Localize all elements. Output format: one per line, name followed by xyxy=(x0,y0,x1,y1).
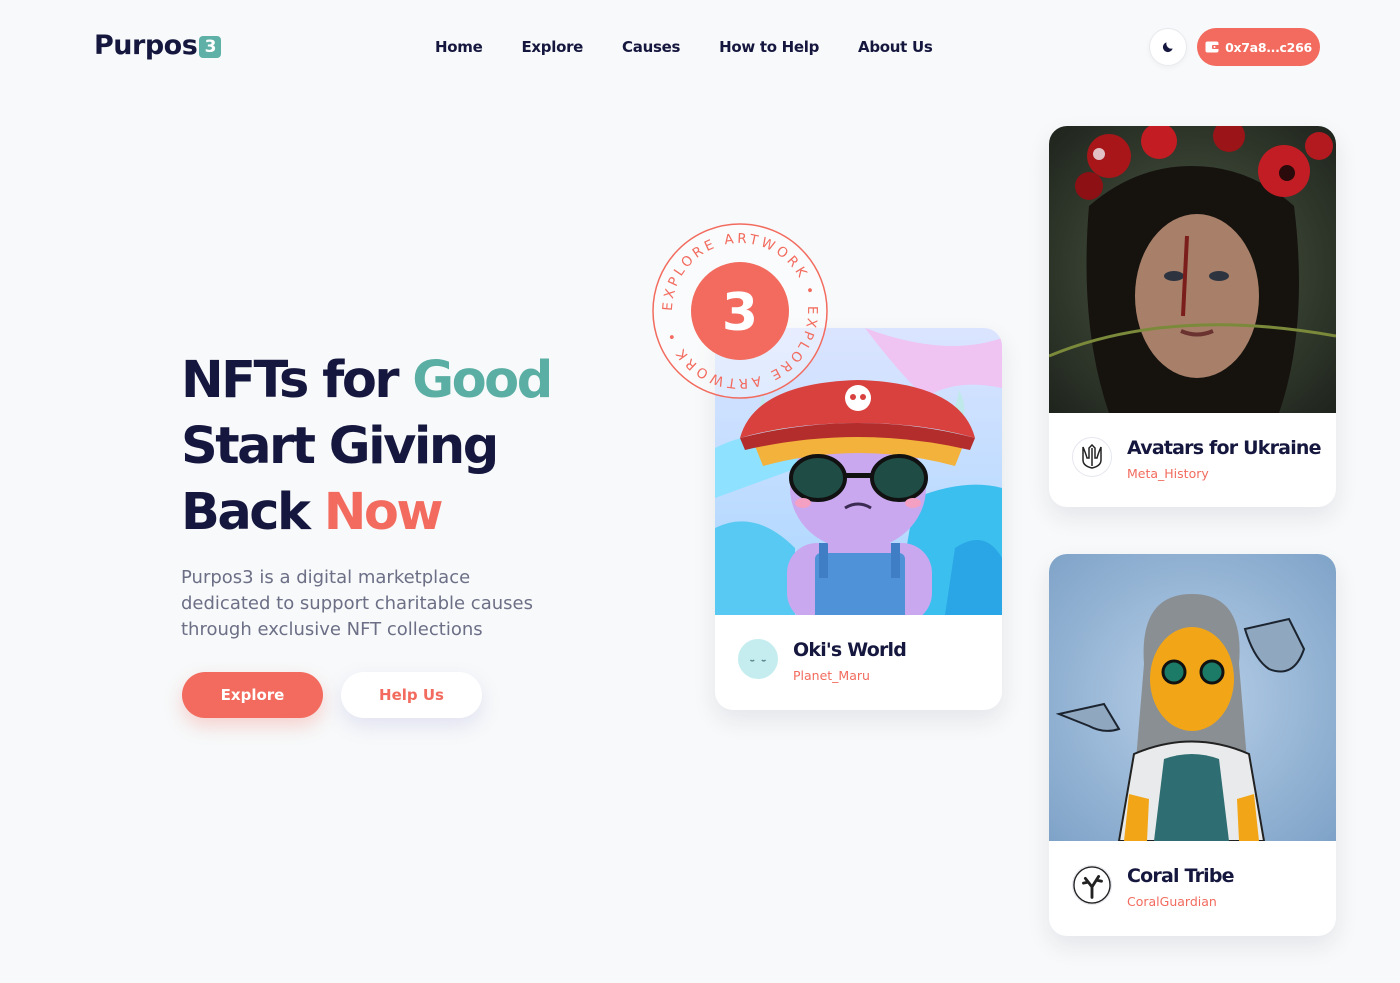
nav-how-to-help[interactable]: How to Help xyxy=(719,38,819,56)
moon-icon xyxy=(1162,42,1173,53)
main-nav: Home Explore Causes How to Help About Us xyxy=(435,38,933,56)
hero-description: Purpos3 is a digital marketplace dedicat… xyxy=(181,567,533,640)
explore-artwork-stamp[interactable]: EXPLORE ARTWORK • EXPLORE ARTWORK • 3 xyxy=(651,222,829,400)
card-info: Coral Tribe CoralGuardian xyxy=(1049,841,1336,936)
hero-title-line-3: Back Now xyxy=(181,480,551,546)
stamp-center-number: 3 xyxy=(722,283,758,343)
nft-card-avatars-for-ukraine[interactable]: Avatars for Ukraine Meta_History xyxy=(1049,126,1336,507)
logo[interactable]: Purpos 3 xyxy=(94,30,222,61)
coral-icon xyxy=(1072,865,1112,905)
hero-title: NFTs for Good Start Giving Back Now xyxy=(181,348,553,546)
theme-toggle-button[interactable] xyxy=(1149,28,1187,66)
wallet-icon xyxy=(1205,41,1220,53)
avatars-for-ukraine-artwork xyxy=(1049,126,1336,413)
hero-title-line-1: NFTs for Good xyxy=(181,348,553,414)
logo-badge: 3 xyxy=(199,36,222,58)
cloud-face-icon xyxy=(738,639,778,679)
hero-title-line-2: Start Giving xyxy=(181,417,499,476)
hero-line1-accent: Good xyxy=(412,351,553,410)
card-info: Oki's World Planet_Maru xyxy=(715,615,1002,710)
nav-about-us[interactable]: About Us xyxy=(858,38,933,56)
card-title: Oki's World xyxy=(793,639,907,661)
nav-home[interactable]: Home xyxy=(435,38,483,56)
card-creator-link[interactable]: CoralGuardian xyxy=(1127,894,1217,909)
hero-line3-accent: Now xyxy=(323,483,444,542)
wallet-address: 0x7a8...c266 xyxy=(1225,39,1312,55)
card-title: Coral Tribe xyxy=(1127,865,1235,887)
nft-card-coral-tribe[interactable]: Coral Tribe CoralGuardian xyxy=(1049,554,1336,936)
explore-button[interactable]: Explore xyxy=(182,672,323,718)
hero-line1-text: NFTs for xyxy=(181,351,413,410)
trident-icon xyxy=(1072,437,1112,477)
coral-tribe-artwork xyxy=(1049,554,1336,841)
nav-explore[interactable]: Explore xyxy=(521,38,583,56)
help-us-button[interactable]: Help Us xyxy=(341,672,482,718)
nav-causes[interactable]: Causes xyxy=(622,38,680,56)
card-creator-link[interactable]: Meta_History xyxy=(1127,466,1209,481)
page: Purpos 3 Home Explore Causes How to Help… xyxy=(0,0,1400,983)
card-title: Avatars for Ukraine xyxy=(1127,437,1322,459)
logo-text: Purpos xyxy=(94,30,198,61)
card-info: Avatars for Ukraine Meta_History xyxy=(1049,413,1336,507)
hero-line3-text: Back xyxy=(181,483,324,542)
card-creator-link[interactable]: Planet_Maru xyxy=(793,668,870,683)
wallet-button[interactable]: 0x7a8...c266 xyxy=(1197,28,1320,66)
